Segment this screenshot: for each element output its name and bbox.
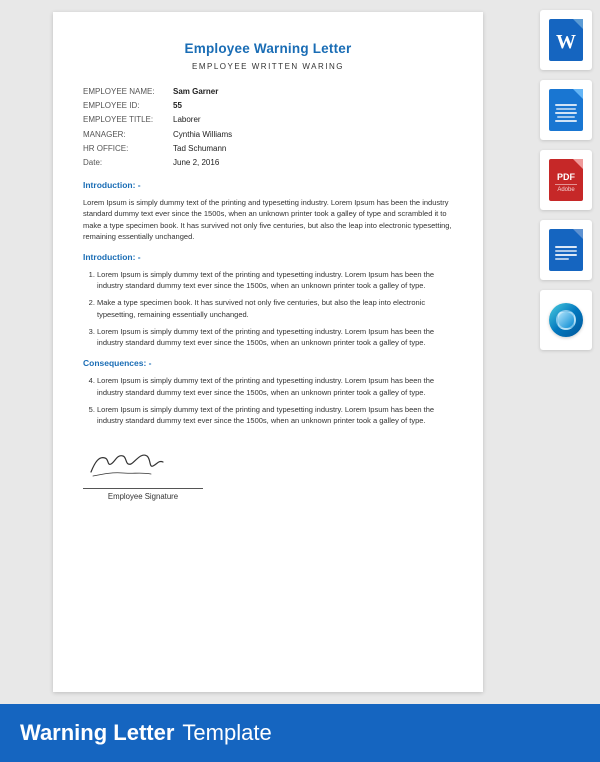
document: Employee Warning Letter EMPLOYEE WRITTEN…	[53, 12, 483, 692]
value-hr-office: Tad Schumann	[173, 143, 226, 154]
signature-label: Employee Signature	[83, 492, 203, 503]
field-employee-name: EMPLOYEE NAME: Sam Garner	[83, 86, 453, 97]
document-subtitle: EMPLOYEE WRITTEN WARING	[83, 61, 453, 72]
value-employee-title: Laborer	[173, 114, 201, 125]
google-docs-icon[interactable]	[540, 220, 592, 280]
value-date: June 2, 2016	[173, 157, 219, 168]
intro-list: Lorem Ipsum is simply dummy text of the …	[83, 269, 453, 349]
label-employee-name: EMPLOYEE NAME:	[83, 86, 173, 97]
field-employee-id: EMPLOYEE ID: 55	[83, 100, 453, 111]
section-heading-3: Consequences: -	[83, 358, 453, 370]
signature-svg	[83, 444, 183, 482]
document-title: Employee Warning Letter	[83, 40, 453, 59]
label-manager: MANAGER:	[83, 129, 173, 140]
consequences-list: Lorem Ipsum is simply dummy text of the …	[83, 375, 453, 426]
section-1-text: Lorem Ipsum is simply dummy text of the …	[83, 197, 453, 242]
pdf-icon[interactable]: PDF Adobe	[540, 150, 592, 210]
employee-info-table: EMPLOYEE NAME: Sam Garner EMPLOYEE ID: 5…	[83, 86, 453, 168]
signature-area: Employee Signature	[83, 444, 453, 502]
list-item-3: Lorem Ipsum is simply dummy text of the …	[97, 326, 453, 349]
value-employee-name: Sam Garner	[173, 86, 218, 97]
bottom-title-bold: Warning Letter	[20, 720, 174, 746]
section-heading-1: Introduction: -	[83, 180, 453, 192]
section-heading-2: Introduction: -	[83, 252, 453, 264]
list-item-1: Lorem Ipsum is simply dummy text of the …	[97, 269, 453, 292]
list-item-4: Lorem Ipsum is simply dummy text of the …	[97, 375, 453, 398]
label-date: Date:	[83, 157, 173, 168]
field-date: Date: June 2, 2016	[83, 157, 453, 168]
field-hr-office: HR OFFICE: Tad Schumann	[83, 143, 453, 154]
value-employee-id: 55	[173, 100, 182, 111]
list-item-2: Make a type specimen book. It has surviv…	[97, 297, 453, 320]
bottom-bar: Warning Letter Template	[0, 704, 600, 762]
label-employee-id: EMPLOYEE ID:	[83, 100, 173, 111]
field-manager: MANAGER: Cynthia Williams	[83, 129, 453, 140]
document-wrapper: Employee Warning Letter EMPLOYEE WRITTEN…	[0, 0, 532, 704]
value-manager: Cynthia Williams	[173, 129, 232, 140]
label-hr-office: HR OFFICE:	[83, 143, 173, 154]
openoffice-icon[interactable]	[540, 290, 592, 350]
content-area: Employee Warning Letter EMPLOYEE WRITTEN…	[0, 0, 600, 704]
signature-line	[83, 488, 203, 489]
word-icon-2[interactable]	[540, 80, 592, 140]
field-employee-title: EMPLOYEE TITLE: Laborer	[83, 114, 453, 125]
list-item-5: Lorem Ipsum is simply dummy text of the …	[97, 404, 453, 427]
bottom-title-normal: Template	[182, 720, 271, 746]
sidebar: W PDF	[532, 0, 600, 704]
word-icon-1[interactable]: W	[540, 10, 592, 70]
label-employee-title: EMPLOYEE TITLE:	[83, 114, 173, 125]
main-container: Employee Warning Letter EMPLOYEE WRITTEN…	[0, 0, 600, 762]
